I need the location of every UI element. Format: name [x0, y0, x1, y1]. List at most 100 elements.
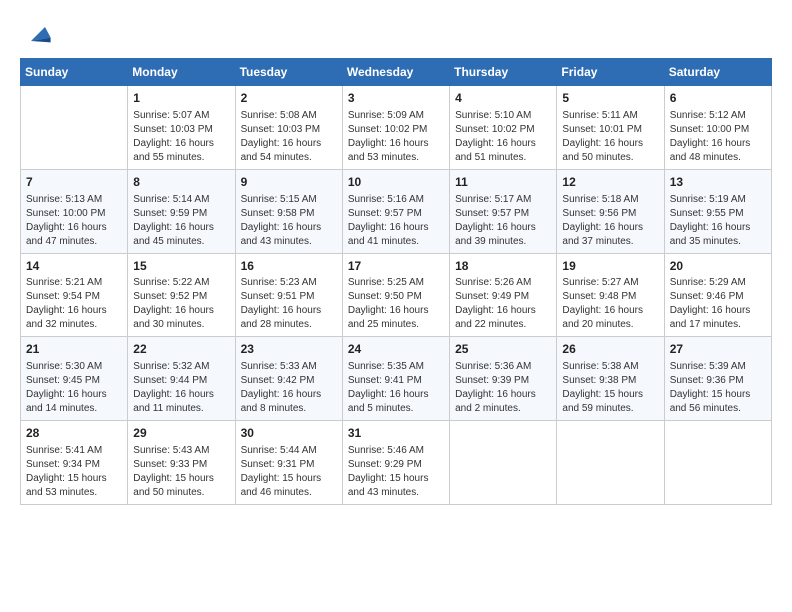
day-info-line: and 39 minutes.	[455, 235, 551, 249]
day-info-line: Daylight: 16 hours	[348, 304, 444, 318]
calendar-cell: 25Sunrise: 5:36 AMSunset: 9:39 PMDayligh…	[450, 337, 557, 421]
day-info-line: Daylight: 16 hours	[26, 221, 122, 235]
day-info-line: Sunset: 9:34 PM	[26, 458, 122, 472]
calendar-cell	[450, 421, 557, 505]
day-info-line: and 30 minutes.	[133, 318, 229, 332]
day-info-line: Sunrise: 5:38 AM	[562, 360, 658, 374]
day-info-line: Daylight: 16 hours	[348, 388, 444, 402]
day-number: 19	[562, 258, 658, 275]
day-info-line: Sunrise: 5:07 AM	[133, 109, 229, 123]
calendar-cell: 29Sunrise: 5:43 AMSunset: 9:33 PMDayligh…	[128, 421, 235, 505]
day-info-line: Sunset: 9:44 PM	[133, 374, 229, 388]
day-info-line: Sunset: 9:51 PM	[241, 290, 337, 304]
day-number: 13	[670, 174, 766, 191]
day-info-line: Sunset: 9:46 PM	[670, 290, 766, 304]
day-info-line: Daylight: 15 hours	[133, 472, 229, 486]
day-info-line: Daylight: 16 hours	[133, 388, 229, 402]
day-info-line: and 11 minutes.	[133, 402, 229, 416]
header-cell-sunday: Sunday	[21, 59, 128, 86]
day-info-line: and 41 minutes.	[348, 235, 444, 249]
calendar-cell: 22Sunrise: 5:32 AMSunset: 9:44 PMDayligh…	[128, 337, 235, 421]
calendar-header: SundayMondayTuesdayWednesdayThursdayFrid…	[21, 59, 772, 86]
day-info-line: Daylight: 15 hours	[562, 388, 658, 402]
day-number: 21	[26, 341, 122, 358]
day-info-line: Sunset: 9:56 PM	[562, 207, 658, 221]
day-info-line: Sunrise: 5:16 AM	[348, 193, 444, 207]
calendar-cell: 23Sunrise: 5:33 AMSunset: 9:42 PMDayligh…	[235, 337, 342, 421]
day-info-line: Sunset: 9:58 PM	[241, 207, 337, 221]
day-info-line: and 14 minutes.	[26, 402, 122, 416]
day-info-line: Sunset: 9:36 PM	[670, 374, 766, 388]
calendar-cell: 12Sunrise: 5:18 AMSunset: 9:56 PMDayligh…	[557, 169, 664, 253]
day-info-line: Sunrise: 5:29 AM	[670, 276, 766, 290]
day-number: 23	[241, 341, 337, 358]
day-info-line: Daylight: 16 hours	[26, 304, 122, 318]
day-info-line: Daylight: 15 hours	[241, 472, 337, 486]
day-number: 6	[670, 90, 766, 107]
week-row-4: 21Sunrise: 5:30 AMSunset: 9:45 PMDayligh…	[21, 337, 772, 421]
day-number: 26	[562, 341, 658, 358]
day-info-line: Sunrise: 5:08 AM	[241, 109, 337, 123]
day-number: 8	[133, 174, 229, 191]
calendar-cell: 2Sunrise: 5:08 AMSunset: 10:03 PMDayligh…	[235, 86, 342, 170]
day-info-line: Sunrise: 5:13 AM	[26, 193, 122, 207]
day-info-line: Daylight: 16 hours	[670, 221, 766, 235]
day-info-line: and 43 minutes.	[348, 486, 444, 500]
day-info-line: Sunset: 10:00 PM	[670, 123, 766, 137]
calendar-cell: 18Sunrise: 5:26 AMSunset: 9:49 PMDayligh…	[450, 253, 557, 337]
calendar-cell: 7Sunrise: 5:13 AMSunset: 10:00 PMDayligh…	[21, 169, 128, 253]
day-info-line: and 46 minutes.	[241, 486, 337, 500]
day-info-line: Daylight: 16 hours	[455, 304, 551, 318]
day-number: 1	[133, 90, 229, 107]
day-number: 5	[562, 90, 658, 107]
day-number: 7	[26, 174, 122, 191]
calendar-cell: 31Sunrise: 5:46 AMSunset: 9:29 PMDayligh…	[342, 421, 449, 505]
day-info-line: Sunset: 9:59 PM	[133, 207, 229, 221]
day-info-line: Daylight: 15 hours	[26, 472, 122, 486]
day-info-line: Sunrise: 5:30 AM	[26, 360, 122, 374]
day-number: 22	[133, 341, 229, 358]
calendar-cell: 26Sunrise: 5:38 AMSunset: 9:38 PMDayligh…	[557, 337, 664, 421]
calendar-cell: 8Sunrise: 5:14 AMSunset: 9:59 PMDaylight…	[128, 169, 235, 253]
day-info-line: Sunrise: 5:09 AM	[348, 109, 444, 123]
calendar-cell: 10 Sunrise: 5:16 AMSunset: 9:57 PMDayligh…	[342, 169, 449, 253]
calendar-cell: 24Sunrise: 5:35 AMSunset: 9:41 PMDayligh…	[342, 337, 449, 421]
day-info-line: Daylight: 16 hours	[670, 304, 766, 318]
day-info-line: Sunset: 9:57 PM	[455, 207, 551, 221]
day-info-line: and 45 minutes.	[133, 235, 229, 249]
day-info-line: Sunset: 10:03 PM	[241, 123, 337, 137]
day-info-line: and 28 minutes.	[241, 318, 337, 332]
calendar-cell: 19Sunrise: 5:27 AMSunset: 9:48 PMDayligh…	[557, 253, 664, 337]
calendar-cell	[21, 86, 128, 170]
day-info-line: and 20 minutes.	[562, 318, 658, 332]
day-info-line: Sunset: 9:57 PM	[348, 207, 444, 221]
week-row-2: 7Sunrise: 5:13 AMSunset: 10:00 PMDayligh…	[21, 169, 772, 253]
day-info-line: Daylight: 16 hours	[348, 221, 444, 235]
day-info-line: and 54 minutes.	[241, 151, 337, 165]
logo	[20, 20, 52, 48]
day-info-line: Daylight: 16 hours	[241, 304, 337, 318]
day-info-line: Sunset: 10:02 PM	[348, 123, 444, 137]
calendar-cell	[664, 421, 771, 505]
day-info-line: Sunrise: 5:27 AM	[562, 276, 658, 290]
day-info-line: Daylight: 16 hours	[562, 304, 658, 318]
header-cell-tuesday: Tuesday	[235, 59, 342, 86]
week-row-5: 28Sunrise: 5:41 AMSunset: 9:34 PMDayligh…	[21, 421, 772, 505]
day-info-line: Sunrise: 5:12 AM	[670, 109, 766, 123]
day-number: 2	[241, 90, 337, 107]
day-info-line: Sunrise: 5:44 AM	[241, 444, 337, 458]
week-row-3: 14Sunrise: 5:21 AMSunset: 9:54 PMDayligh…	[21, 253, 772, 337]
day-info-line: Sunset: 9:49 PM	[455, 290, 551, 304]
day-info-line: and 51 minutes.	[455, 151, 551, 165]
day-info-line: and 50 minutes.	[133, 486, 229, 500]
day-info-line: Sunrise: 5:21 AM	[26, 276, 122, 290]
day-info-line: Sunset: 10:02 PM	[455, 123, 551, 137]
header-row: SundayMondayTuesdayWednesdayThursdayFrid…	[21, 59, 772, 86]
day-info-line: Sunset: 9:48 PM	[562, 290, 658, 304]
day-number: 10	[348, 174, 444, 191]
day-info-line: and 48 minutes.	[670, 151, 766, 165]
day-info-line: Daylight: 15 hours	[670, 388, 766, 402]
calendar-cell: 4Sunrise: 5:10 AMSunset: 10:02 PMDayligh…	[450, 86, 557, 170]
day-number: 4	[455, 90, 551, 107]
day-info-line: Sunrise: 5:39 AM	[670, 360, 766, 374]
